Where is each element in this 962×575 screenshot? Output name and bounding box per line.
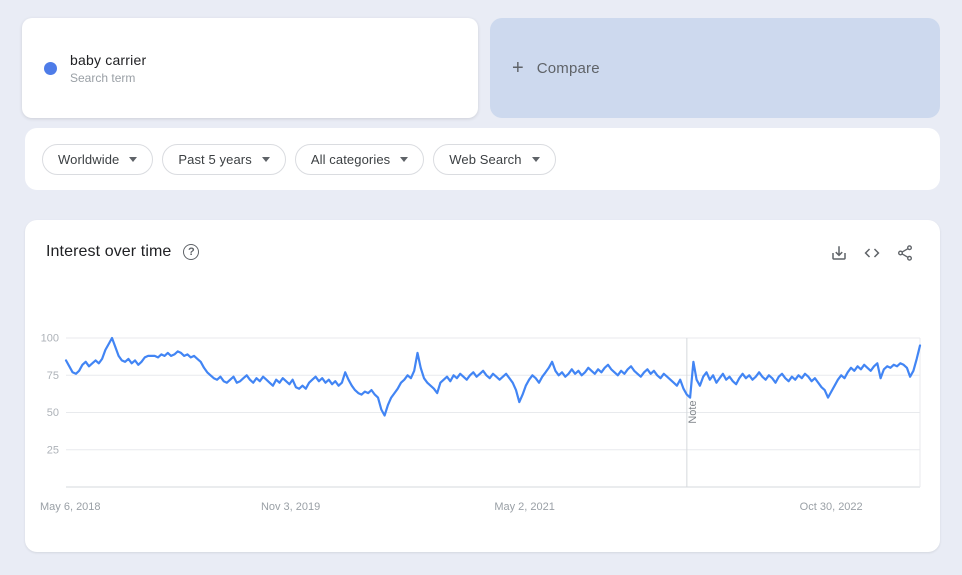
- searchtype-filter-dropdown[interactable]: Web Search: [433, 143, 556, 175]
- trend-line-chart[interactable]: 100 75 50 25 May 6, 2018 Nov 3, 2019 May 2, 20…: [25, 220, 940, 552]
- search-term-card[interactable]: baby carrier Search term: [22, 18, 478, 118]
- chart-header: Interest over time ?: [46, 243, 200, 261]
- trend-series-line: [64, 336, 922, 417]
- series-color-dot: [44, 61, 57, 75]
- x-axis-tick-label: Nov 3, 2019: [261, 501, 320, 513]
- chart-title: Interest over time: [46, 243, 172, 260]
- time-filter-dropdown[interactable]: Past 5 years: [162, 143, 286, 175]
- download-icon[interactable]: [830, 244, 848, 262]
- time-filter-label: Past 5 years: [178, 151, 252, 167]
- google-trends-explore-page: baby carrier Search term + Compare World…: [0, 0, 962, 575]
- x-axis-tick-label: May 2, 2021: [494, 501, 555, 513]
- share-icon[interactable]: [896, 244, 914, 262]
- category-filter-label: All categories: [310, 151, 391, 167]
- category-filter-dropdown[interactable]: All categories: [294, 143, 425, 175]
- add-comparison-card[interactable]: + Compare: [490, 18, 940, 118]
- search-term-type: Search term: [70, 70, 136, 85]
- x-axis-tick-label: Oct 30, 2022: [800, 501, 863, 513]
- y-axis-tick-label: 25: [47, 444, 59, 456]
- x-axis-tick-label: May 6, 2018: [40, 501, 101, 513]
- chevron-down-icon: [261, 156, 270, 162]
- chart-toolbar: [830, 244, 914, 262]
- search-term-label: baby carrier: [70, 51, 147, 68]
- y-axis-tick-label: 75: [47, 370, 59, 382]
- y-axis-tick-label: 50: [47, 407, 59, 419]
- help-icon[interactable]: ?: [183, 244, 200, 260]
- chevron-down-icon: [400, 156, 409, 162]
- compare-label: Compare: [536, 59, 600, 77]
- chevron-down-icon: [129, 156, 138, 162]
- chevron-down-icon: [531, 156, 540, 162]
- plus-icon: +: [512, 56, 524, 79]
- searchtype-filter-label: Web Search: [449, 151, 522, 167]
- interest-over-time-card: 100 75 50 25 May 6, 2018 Nov 3, 2019 May 2, 20…: [25, 220, 940, 552]
- search-term-text: baby carrier Search term: [70, 52, 146, 85]
- note-label[interactable]: Note: [687, 400, 699, 423]
- filter-bar: Worldwide Past 5 years All categories We…: [25, 128, 940, 190]
- geo-filter-label: Worldwide: [58, 151, 120, 167]
- embed-icon[interactable]: [863, 244, 881, 262]
- geo-filter-dropdown[interactable]: Worldwide: [42, 143, 154, 175]
- y-axis-tick-label: 100: [41, 333, 59, 345]
